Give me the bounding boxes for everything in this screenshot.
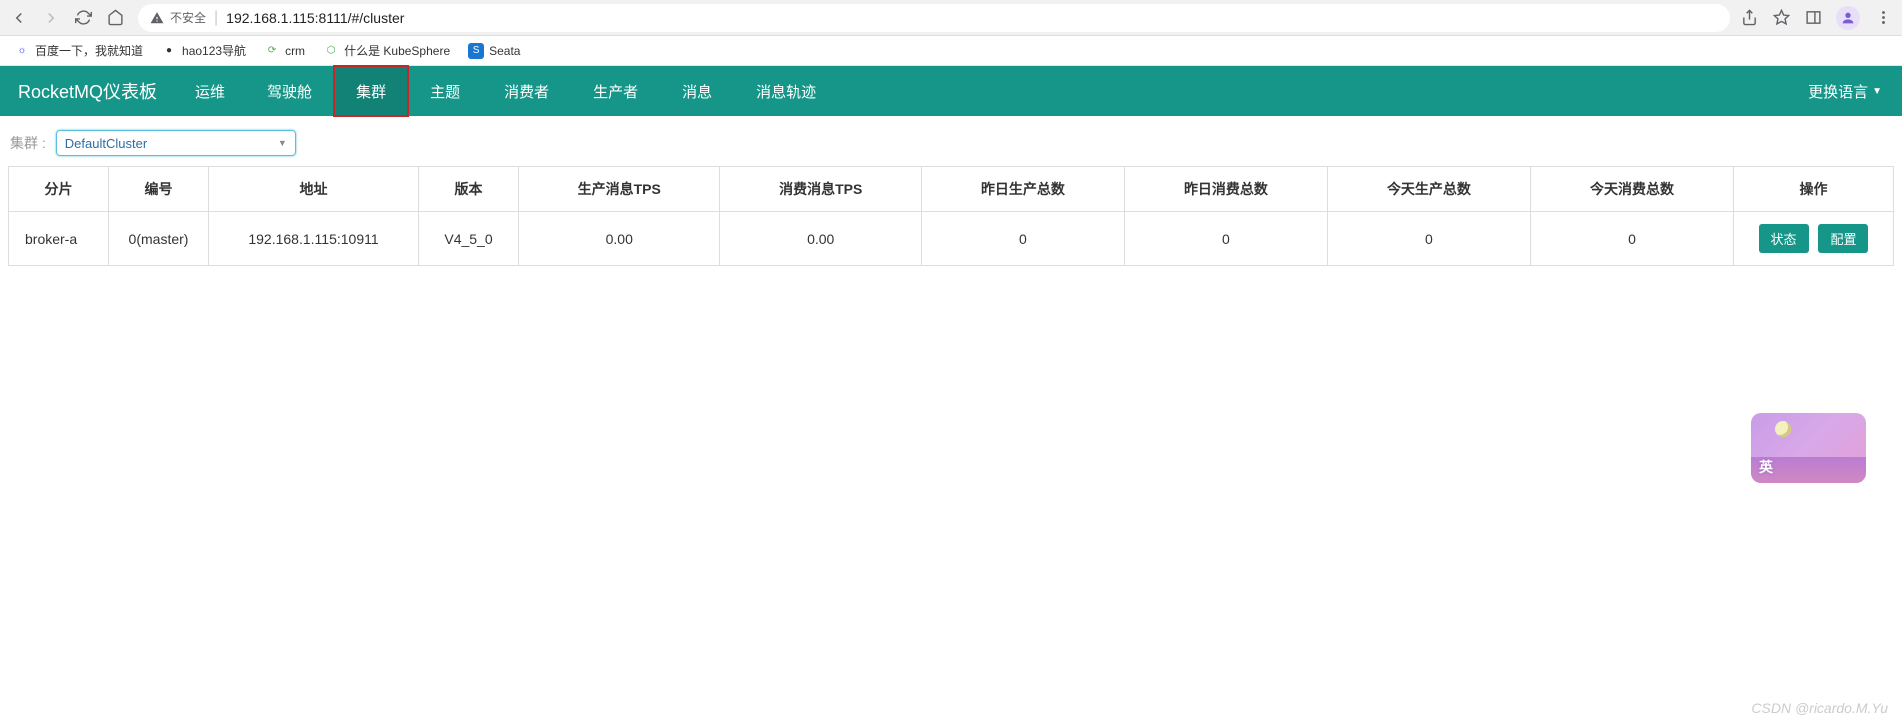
nav-consumer[interactable]: 消费者: [482, 66, 571, 116]
security-indicator: 不安全: [150, 9, 206, 26]
bookmark-icon: ☼: [14, 43, 30, 59]
bookmark-icon: ⬡: [323, 43, 339, 59]
bookmark-baidu[interactable]: ☼ 百度一下，我就知道: [14, 42, 143, 59]
config-button[interactable]: 配置: [1818, 224, 1868, 253]
panel-icon[interactable]: [1804, 9, 1822, 27]
col-prod-tps: 生产消息TPS: [519, 167, 720, 212]
nav-topic[interactable]: 主题: [408, 66, 482, 116]
language-switch[interactable]: 更换语言 ▼: [1788, 81, 1902, 102]
reload-icon[interactable]: [74, 9, 92, 27]
watermark: CSDN @ricardo.M.Yu: [1751, 700, 1888, 716]
col-addr: 地址: [209, 167, 419, 212]
star-icon[interactable]: [1772, 9, 1790, 27]
bookmark-label: crm: [285, 44, 305, 58]
cell-cons-tps: 0.00: [720, 212, 921, 266]
share-icon[interactable]: [1740, 9, 1758, 27]
bookmark-icon: ●: [161, 43, 177, 59]
col-ops: 操作: [1734, 167, 1894, 212]
cell-tprod: 0: [1327, 212, 1530, 266]
bookmark-label: Seata: [489, 44, 520, 58]
nav-producer[interactable]: 生产者: [571, 66, 660, 116]
filter-row: 集群 : DefaultCluster: [0, 116, 1902, 166]
cluster-select[interactable]: DefaultCluster: [56, 130, 296, 156]
cluster-table: 分片 编号 地址 版本 生产消息TPS 消费消息TPS 昨日生产总数 昨日消费总…: [8, 166, 1894, 266]
browser-toolbar: 不安全 | 192.168.1.115:8111/#/cluster: [0, 0, 1902, 36]
cell-prod-tps: 0.00: [519, 212, 720, 266]
nav-dashboard[interactable]: 驾驶舱: [245, 66, 334, 116]
cluster-table-wrap: 分片 编号 地址 版本 生产消息TPS 消费消息TPS 昨日生产总数 昨日消费总…: [0, 166, 1902, 266]
floating-avatar[interactable]: 英: [1751, 413, 1866, 483]
col-cons-tps: 消费消息TPS: [720, 167, 921, 212]
chevron-down-icon: ▼: [1872, 86, 1882, 97]
col-shard: 分片: [9, 167, 109, 212]
col-ycons: 昨日消费总数: [1124, 167, 1327, 212]
profile-icon[interactable]: [1836, 6, 1860, 30]
cluster-selected: DefaultCluster: [65, 136, 147, 151]
moon-icon: [1775, 421, 1791, 437]
forward-icon: [42, 9, 60, 27]
home-icon[interactable]: [106, 9, 124, 27]
status-button[interactable]: 状态: [1759, 224, 1809, 253]
bookmark-crm[interactable]: ⟳ crm: [264, 43, 305, 59]
cell-yprod: 0: [921, 212, 1124, 266]
bookmark-label: 百度一下，我就知道: [35, 42, 143, 59]
cell-tcons: 0: [1530, 212, 1733, 266]
cell-ops: 状态 配置: [1734, 212, 1894, 266]
url-text: 192.168.1.115:8111/#/cluster: [226, 10, 404, 26]
address-bar[interactable]: 不安全 | 192.168.1.115:8111/#/cluster: [138, 4, 1730, 32]
language-label: 更换语言: [1808, 81, 1868, 102]
cell-shard: broker-a: [9, 212, 109, 266]
cell-ycons: 0: [1124, 212, 1327, 266]
bookmark-seata[interactable]: S Seata: [468, 43, 520, 59]
table-header-row: 分片 编号 地址 版本 生产消息TPS 消费消息TPS 昨日生产总数 昨日消费总…: [9, 167, 1894, 212]
col-tprod: 今天生产总数: [1327, 167, 1530, 212]
float-glyph: 英: [1759, 457, 1773, 477]
bookmark-hao123[interactable]: ● hao123导航: [161, 42, 246, 59]
app-navbar: RocketMQ仪表板 运维 驾驶舱 集群 主题 消费者 生产者 消息 消息轨迹…: [0, 66, 1902, 116]
bookmark-label: 什么是 KubeSphere: [344, 42, 450, 59]
bookmark-icon: S: [468, 43, 484, 59]
bookmark-icon: ⟳: [264, 43, 280, 59]
nav-trace[interactable]: 消息轨迹: [734, 66, 838, 116]
col-version: 版本: [419, 167, 519, 212]
nav-ops[interactable]: 运维: [175, 66, 245, 116]
bookmark-kubesphere[interactable]: ⬡ 什么是 KubeSphere: [323, 42, 450, 59]
cell-addr: 192.168.1.115:10911: [209, 212, 419, 266]
bookmark-label: hao123导航: [182, 42, 246, 59]
brand-title: RocketMQ仪表板: [0, 78, 175, 104]
bookmark-bar: ☼ 百度一下，我就知道 ● hao123导航 ⟳ crm ⬡ 什么是 KubeSpher…: [0, 36, 1902, 66]
filter-label: 集群 :: [10, 133, 46, 153]
security-label: 不安全: [170, 9, 206, 26]
nav-cluster[interactable]: 集群: [334, 66, 408, 116]
col-yprod: 昨日生产总数: [921, 167, 1124, 212]
col-tcons: 今天消费总数: [1530, 167, 1733, 212]
back-icon[interactable]: [10, 9, 28, 27]
cell-id: 0(master): [109, 212, 209, 266]
cell-version: V4_5_0: [419, 212, 519, 266]
table-row: broker-a 0(master) 192.168.1.115:10911 V…: [9, 212, 1894, 266]
menu-icon[interactable]: [1874, 9, 1892, 27]
col-id: 编号: [109, 167, 209, 212]
address-separator: |: [214, 9, 218, 27]
nav-message[interactable]: 消息: [660, 66, 734, 116]
nav-links: 运维 驾驶舱 集群 主题 消费者 生产者 消息 消息轨迹: [175, 66, 838, 116]
